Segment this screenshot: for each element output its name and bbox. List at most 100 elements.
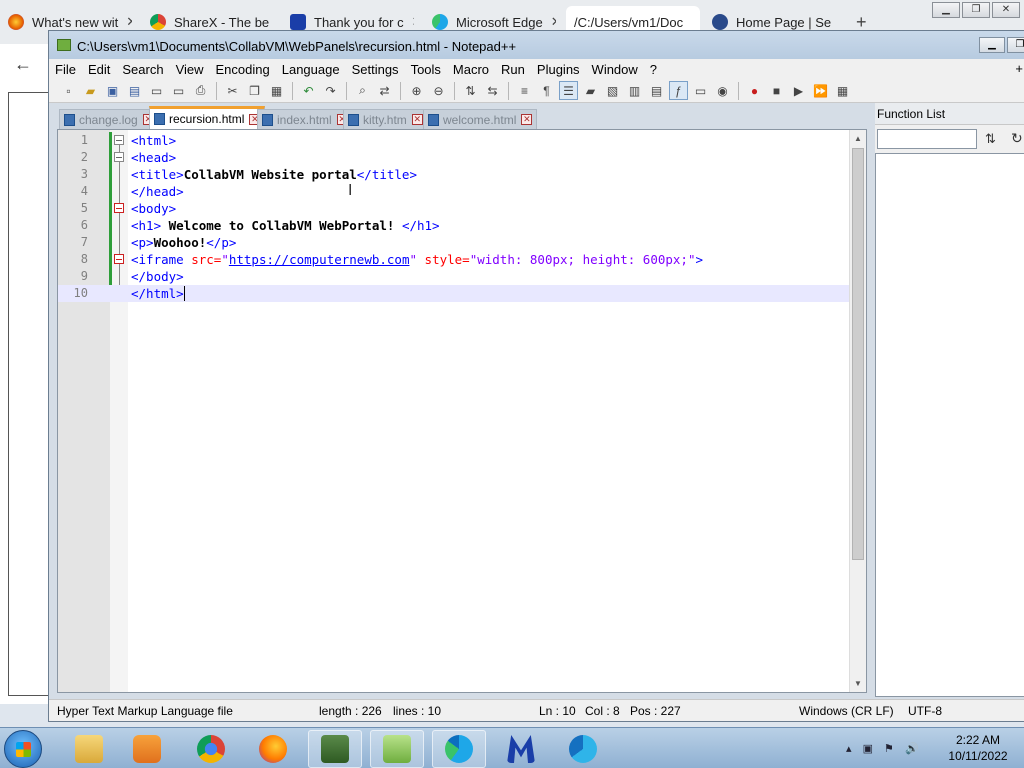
scroll-up-icon[interactable]: ▲	[854, 134, 862, 143]
close-tab-icon[interactable]: ✕	[521, 114, 533, 125]
taskbar-chrome[interactable]	[184, 730, 238, 768]
menu-item[interactable]: Plugins	[531, 62, 586, 77]
menu-item[interactable]: Language	[276, 62, 346, 77]
status-line: Ln : 10	[539, 704, 576, 718]
edge-icon	[445, 735, 473, 763]
copy-icon[interactable]: ❐	[245, 81, 264, 100]
sort-az-icon[interactable]: ⇅	[985, 131, 996, 147]
function-list-tree[interactable]	[875, 153, 1024, 697]
monitoring-icon[interactable]: ◉	[713, 81, 732, 100]
function-search-input[interactable]	[877, 129, 977, 149]
close-icon[interactable]: ✕	[126, 14, 132, 30]
code-token: style=	[417, 252, 470, 267]
minimize-button[interactable]: ▁	[979, 37, 1005, 53]
close-icon[interactable]: ✕	[412, 14, 414, 30]
menu-item[interactable]: Encoding	[210, 62, 276, 77]
menu-item[interactable]: File	[49, 62, 82, 77]
menu-item[interactable]: Macro	[447, 62, 495, 77]
menu-item[interactable]: Window	[586, 62, 644, 77]
cut-icon[interactable]: ✂	[223, 81, 242, 100]
close-tab-icon[interactable]: ✕	[411, 114, 423, 125]
taskbar-edge-beta[interactable]	[556, 730, 610, 768]
code-editor[interactable]: 1 <html> 2 <head> 3 <title>CollabVM Webs…	[57, 129, 867, 693]
folder-icon[interactable]: ▭	[691, 81, 710, 100]
taskbar-firefox[interactable]	[246, 730, 300, 768]
run-macro-multiple-icon[interactable]: ⏩	[811, 81, 830, 100]
play-macro-icon[interactable]: ▶	[789, 81, 808, 100]
word-wrap-icon[interactable]: ≡	[515, 81, 534, 100]
menu-plus-button[interactable]: +	[1015, 61, 1023, 76]
taskbar-explorer[interactable]	[62, 730, 116, 768]
code-token: CollabVM Website portal	[183, 167, 357, 182]
close-button[interactable]: ✕	[992, 2, 1020, 18]
save-macro-icon[interactable]: ▦	[833, 81, 852, 100]
stop-macro-icon[interactable]: ■	[767, 81, 786, 100]
fold-toggle-icon[interactable]	[114, 152, 124, 162]
taskbar-media-player[interactable]	[120, 730, 174, 768]
close-all-icon[interactable]: ▭	[169, 81, 188, 100]
folder-as-workspace-icon[interactable]: ▰	[581, 81, 600, 100]
function-list-icon[interactable]: ƒ	[669, 81, 688, 100]
indent-guide-icon[interactable]: ☰	[559, 81, 578, 100]
minimize-button[interactable]: ▁	[932, 2, 960, 18]
browser-tab-title: ShareX - The be	[174, 14, 270, 30]
show-all-chars-icon[interactable]: ¶	[537, 81, 556, 100]
taskbar-edge[interactable]	[432, 730, 486, 768]
paste-icon[interactable]: ▦	[267, 81, 286, 100]
new-file-icon[interactable]: ▫	[59, 81, 78, 100]
file-tab[interactable]: kitty.htm ✕	[343, 109, 428, 129]
menu-item[interactable]: Tools	[405, 62, 447, 77]
find-icon[interactable]: ⌕	[353, 81, 372, 100]
system-tray[interactable]: ▴ ▣ ⚑ 🔊	[846, 742, 923, 755]
scroll-down-icon[interactable]: ▼	[854, 679, 862, 688]
fold-toggle-icon[interactable]	[114, 203, 124, 213]
scrollbar-thumb[interactable]	[852, 148, 864, 560]
file-tab[interactable]: change.log ✕	[59, 109, 159, 129]
vertical-scrollbar[interactable]: ▲ ▼	[849, 130, 866, 692]
code-token: "width: 800px; height: 600px;"	[469, 252, 696, 267]
menu-item[interactable]: View	[170, 62, 210, 77]
zoom-out-icon[interactable]: ⊖	[429, 81, 448, 100]
document-map-icon[interactable]: ▧	[603, 81, 622, 100]
refresh-icon[interactable]: ↻	[1011, 130, 1023, 147]
save-all-icon[interactable]: ▤	[125, 81, 144, 100]
start-button[interactable]	[4, 730, 42, 768]
status-encoding[interactable]: UTF-8	[908, 704, 942, 718]
menu-item[interactable]: Search	[116, 62, 169, 77]
open-file-icon[interactable]: ▰	[81, 81, 100, 100]
taskbar-notepad-plus-plus[interactable]	[370, 730, 424, 768]
zoom-in-icon[interactable]: ⊕	[407, 81, 426, 100]
file-tab[interactable]: welcome.html ✕	[423, 109, 538, 129]
close-icon[interactable]: ✕	[551, 14, 556, 30]
clipboard-history-icon[interactable]: ▤	[647, 81, 666, 100]
record-macro-icon[interactable]: ●	[745, 81, 764, 100]
menu-item[interactable]: Run	[495, 62, 531, 77]
redo-icon[interactable]: ↷	[321, 81, 340, 100]
replace-icon[interactable]: ⇄	[375, 81, 394, 100]
menu-item[interactable]: ?	[644, 62, 663, 77]
sync-vertical-icon[interactable]: ⇅	[461, 81, 480, 100]
save-icon[interactable]: ▣	[103, 81, 122, 100]
document-list-icon[interactable]: ▥	[625, 81, 644, 100]
status-eol[interactable]: Windows (CR LF)	[799, 704, 894, 718]
menu-item[interactable]: Settings	[346, 62, 405, 77]
file-icon	[348, 113, 359, 126]
clock[interactable]: 2:22 AM 10/11/2022	[938, 732, 1018, 764]
file-tab[interactable]: index.html ✕	[257, 109, 353, 129]
maximize-button[interactable]: ❐	[1007, 37, 1024, 53]
taskbar-remote-desktop[interactable]	[308, 730, 362, 768]
undo-icon[interactable]: ↶	[299, 81, 318, 100]
toolbar-separator	[454, 81, 455, 100]
menu-item[interactable]: Edit	[82, 62, 116, 77]
fold-toggle-icon[interactable]	[114, 254, 124, 264]
malwarebytes-icon	[507, 735, 535, 763]
taskbar-malwarebytes[interactable]	[494, 730, 548, 768]
sync-horizontal-icon[interactable]: ⇆	[483, 81, 502, 100]
fold-toggle-icon[interactable]	[114, 135, 124, 145]
back-arrow-icon[interactable]: ←	[14, 54, 32, 75]
maximize-button[interactable]: ❐	[962, 2, 990, 18]
print-icon[interactable]: ⎙	[191, 81, 210, 100]
file-tab-active[interactable]: recursion.html ✕	[149, 106, 266, 129]
code-link[interactable]: https://computernewb.com	[229, 252, 410, 267]
close-file-icon[interactable]: ▭	[147, 81, 166, 100]
